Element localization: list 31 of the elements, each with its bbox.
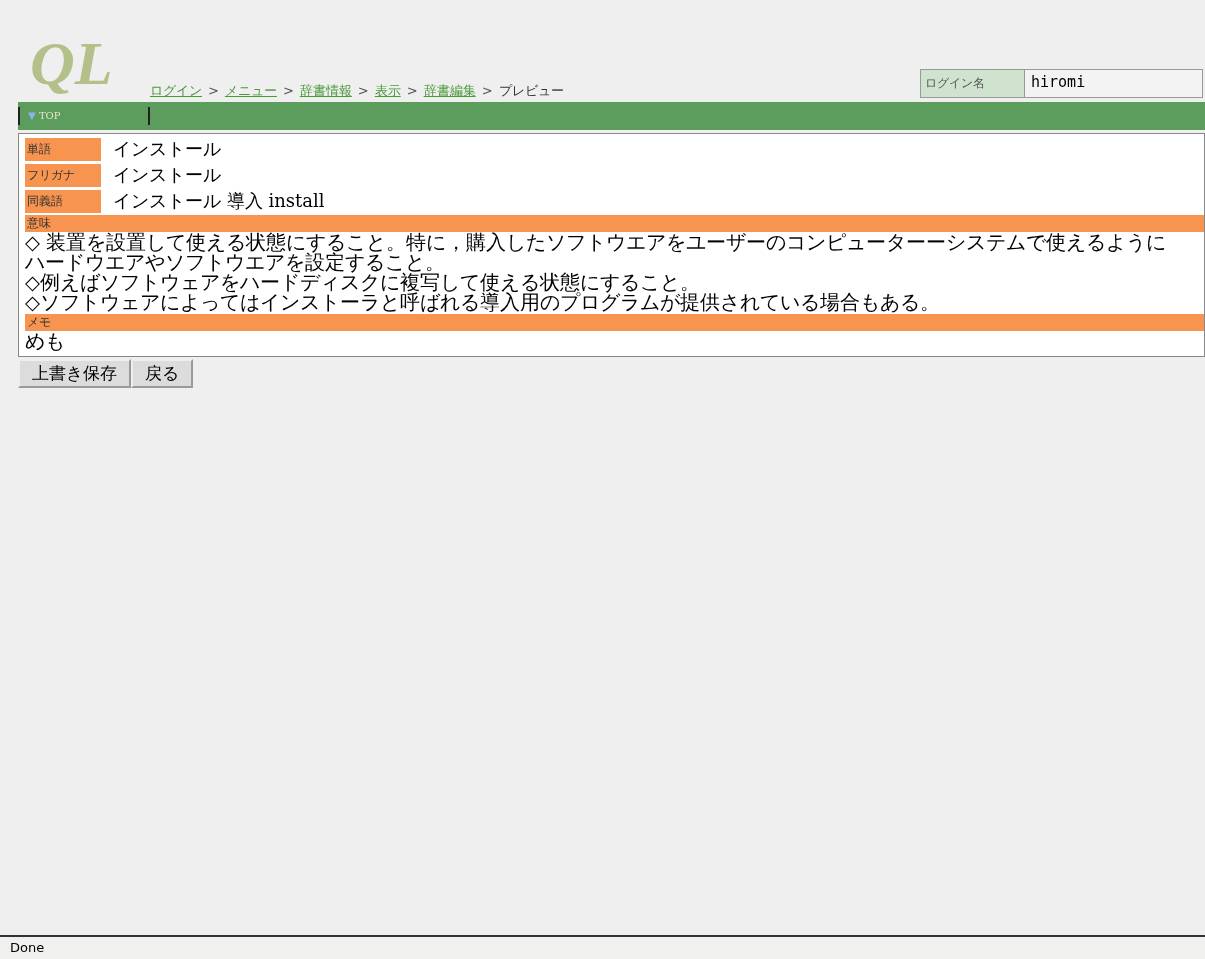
field-value: インストール 導入 install (113, 189, 325, 213)
breadcrumb-link[interactable]: 辞書編集 (423, 82, 476, 100)
breadcrumb-link[interactable]: ログイン (150, 82, 202, 100)
breadcrumb-link[interactable]: 辞書情報 (299, 82, 352, 100)
breadcrumb-separator: > (357, 83, 369, 98)
meaning-text: ◇例えばソフトウェアをハードディスクに複写して使える状態にすること。 (25, 273, 700, 293)
section-header: メモ (25, 314, 1204, 331)
login-name-value: hiromi (1024, 70, 1202, 97)
field-value: インストール (113, 163, 221, 187)
logo: QL (30, 32, 114, 94)
status-text: Done (10, 940, 45, 955)
breadcrumb-separator: > (208, 83, 219, 98)
meaning-text: ◇ 装置を設置して使える状態にすること。特に，購入したソフトウエアをユーザーのコンピューターーシステムで使えるように (25, 233, 1168, 253)
meaning-text: ハードウエアやソフトウエアを設定すること。 (25, 253, 446, 273)
section-header: 意味 (25, 215, 1204, 232)
login-name-label: ログイン名 (921, 70, 1024, 97)
top-link[interactable]: ▼ TOP (18, 107, 150, 125)
meaning-text: ◇ソフトウェアによってはインストーラと呼ばれる導入用のプログラムが提供されている場合もある。 (25, 293, 941, 313)
form-button[interactable]: 上書き保存 (18, 359, 131, 388)
breadcrumb-link[interactable]: メニュー (224, 82, 277, 100)
memo-text: めも (25, 332, 66, 352)
field-label: 同義語 (25, 189, 101, 213)
breadcrumb-separator: > (282, 83, 294, 98)
breadcrumb-separator: > (481, 83, 493, 98)
breadcrumb-link[interactable]: 表示 (374, 82, 401, 100)
breadcrumb-separator: > (406, 83, 418, 98)
field-value: インストール (113, 137, 221, 161)
field-label: フリガナ (25, 163, 101, 187)
form-button[interactable]: 戻る (131, 359, 193, 388)
field-label: 単語 (25, 137, 101, 161)
breadcrumb-current: プレビュー (498, 82, 564, 100)
